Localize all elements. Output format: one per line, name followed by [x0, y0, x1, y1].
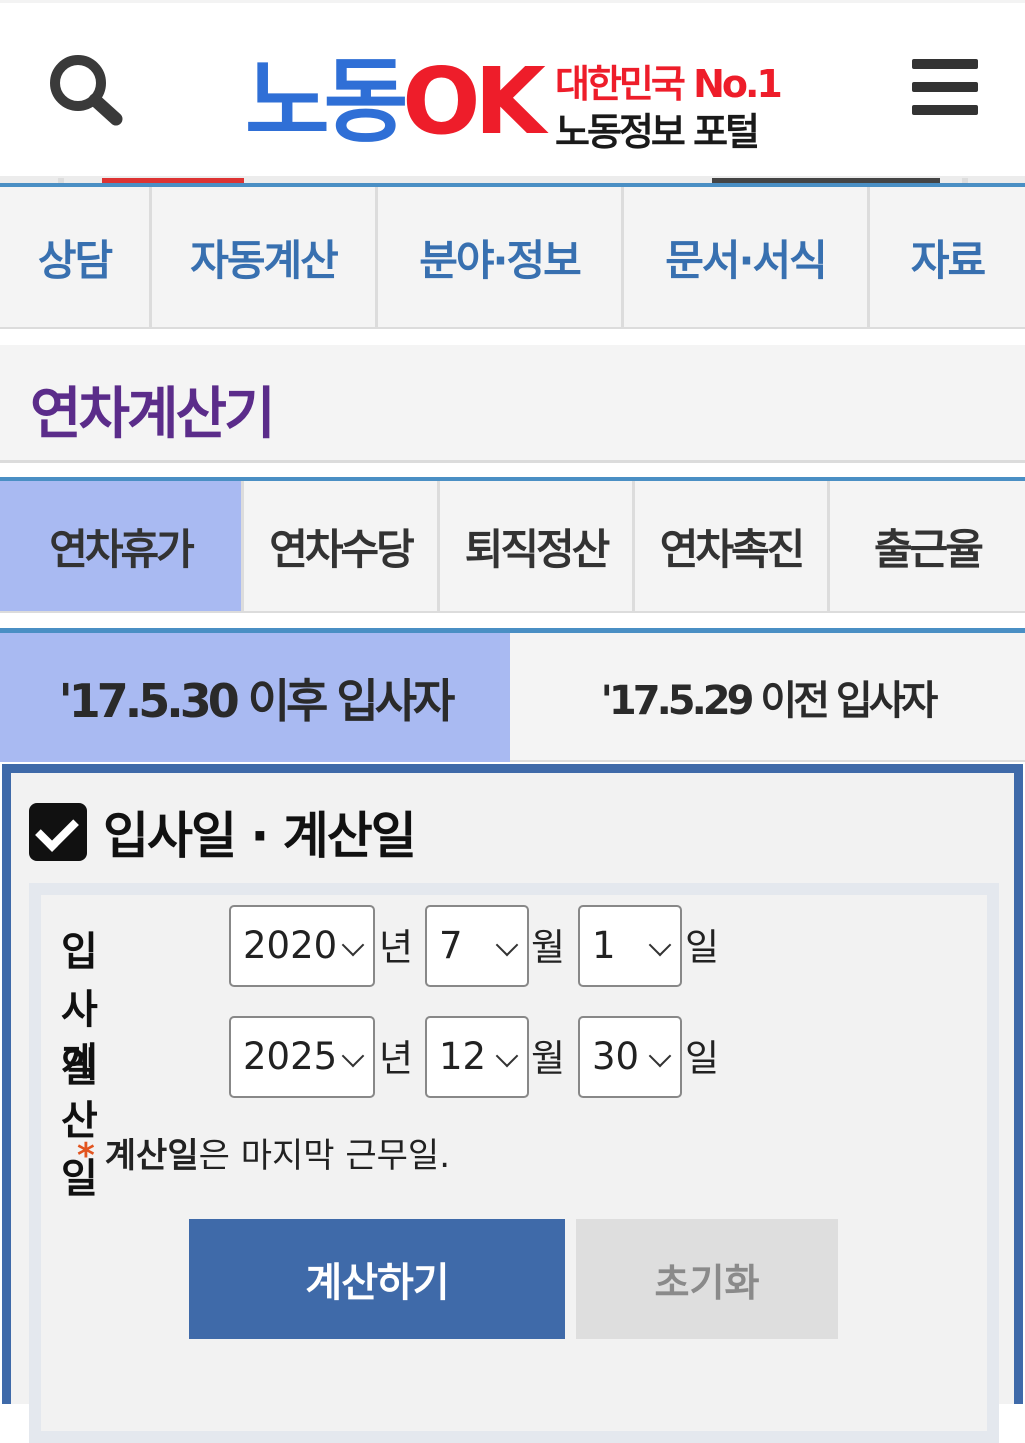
tab-retirement-settlement[interactable]: 퇴직정산	[440, 481, 635, 611]
nav-item-counsel[interactable]: 상담	[0, 187, 152, 327]
day-unit: 일	[685, 926, 720, 969]
year-unit: 년	[379, 1037, 414, 1080]
main-navigation: 상담 자동계산 분야·정보 문서·서식 자료	[0, 183, 1025, 329]
tab-annual-leave[interactable]: 연차휴가	[0, 481, 244, 611]
site-logo[interactable]: 노동OK 대한민국 No.1 노동정보 포털	[245, 43, 785, 163]
date-form: 입사일 2020 년 7 월 1 일 계산일 2025 년 12 월 30 일 …	[29, 883, 999, 1443]
site-header: 노동OK 대한민국 No.1 노동정보 포털	[0, 0, 1025, 176]
tab-hired-after-2017-05-30[interactable]: '17.5.30 이후 입사자	[0, 633, 510, 762]
nav-item-field-info[interactable]: 분야·정보	[378, 187, 624, 327]
calc-date-note: * 계산일은 마지막 근무일.	[77, 1128, 450, 1177]
calc-day-select[interactable]: 30	[578, 1016, 682, 1098]
start-year-select[interactable]: 2020	[229, 905, 375, 987]
start-day-select[interactable]: 1	[578, 905, 682, 987]
tab-attendance-rate[interactable]: 출근율	[830, 481, 1025, 611]
calc-year-select[interactable]: 2025	[229, 1016, 375, 1098]
calc-date-label: 계산일	[61, 1040, 98, 1202]
tab-leave-allowance[interactable]: 연차수당	[244, 481, 440, 611]
note-emphasis: 계산일	[104, 1136, 199, 1176]
page-title-bar: 연차계산기	[0, 345, 1025, 463]
calculator-tabs: 연차휴가 연차수당 퇴직정산 연차촉진 출근율	[0, 477, 1025, 613]
year-unit: 년	[379, 926, 414, 969]
calc-month-select[interactable]: 12	[425, 1016, 529, 1098]
calculate-button[interactable]: 계산하기	[189, 1219, 565, 1339]
nav-item-resources[interactable]: 자료	[870, 187, 1025, 327]
nav-item-auto-calc[interactable]: 자동계산	[152, 187, 378, 327]
hire-period-tabs: '17.5.30 이후 입사자 '17.5.29 이전 입사자	[0, 628, 1025, 762]
section-title: 입사일 · 계산일	[103, 807, 417, 865]
logo-text-ok: OK	[402, 48, 545, 155]
month-unit: 월	[531, 1037, 566, 1080]
chevron-down-icon	[341, 933, 365, 957]
chevron-down-icon	[495, 1044, 519, 1068]
logo-tagline-bottom: 노동정보 포털	[555, 110, 760, 154]
chevron-down-icon	[341, 1044, 365, 1068]
page-title: 연차계산기	[30, 382, 276, 447]
tab-leave-promotion[interactable]: 연차촉진	[635, 481, 830, 611]
chevron-down-icon	[495, 933, 519, 957]
logo-text-nodong: 노동	[245, 48, 408, 155]
day-unit: 일	[685, 1037, 720, 1080]
search-icon[interactable]	[44, 49, 128, 129]
required-star: *	[77, 1136, 95, 1176]
month-unit: 월	[531, 926, 566, 969]
start-month-select[interactable]: 7	[425, 905, 529, 987]
calculator-panel: 입사일 · 계산일 입사일 2020 년 7 월 1 일 계산일 2025 년	[2, 764, 1023, 1443]
tab-hired-before-2017-05-29[interactable]: '17.5.29 이전 입사자	[510, 633, 1025, 762]
chevron-down-icon	[648, 933, 672, 957]
reset-button[interactable]: 초기화	[576, 1219, 838, 1339]
nav-item-documents[interactable]: 문서·서식	[624, 187, 870, 327]
section-header: 입사일 · 계산일	[29, 801, 417, 865]
logo-tagline-top: 대한민국 No.1	[555, 62, 783, 106]
checkbox-checked-icon	[29, 803, 87, 861]
note-text: 은 마지막 근무일.	[198, 1136, 451, 1176]
chevron-down-icon	[648, 1044, 672, 1068]
hamburger-menu-icon[interactable]	[912, 59, 978, 115]
